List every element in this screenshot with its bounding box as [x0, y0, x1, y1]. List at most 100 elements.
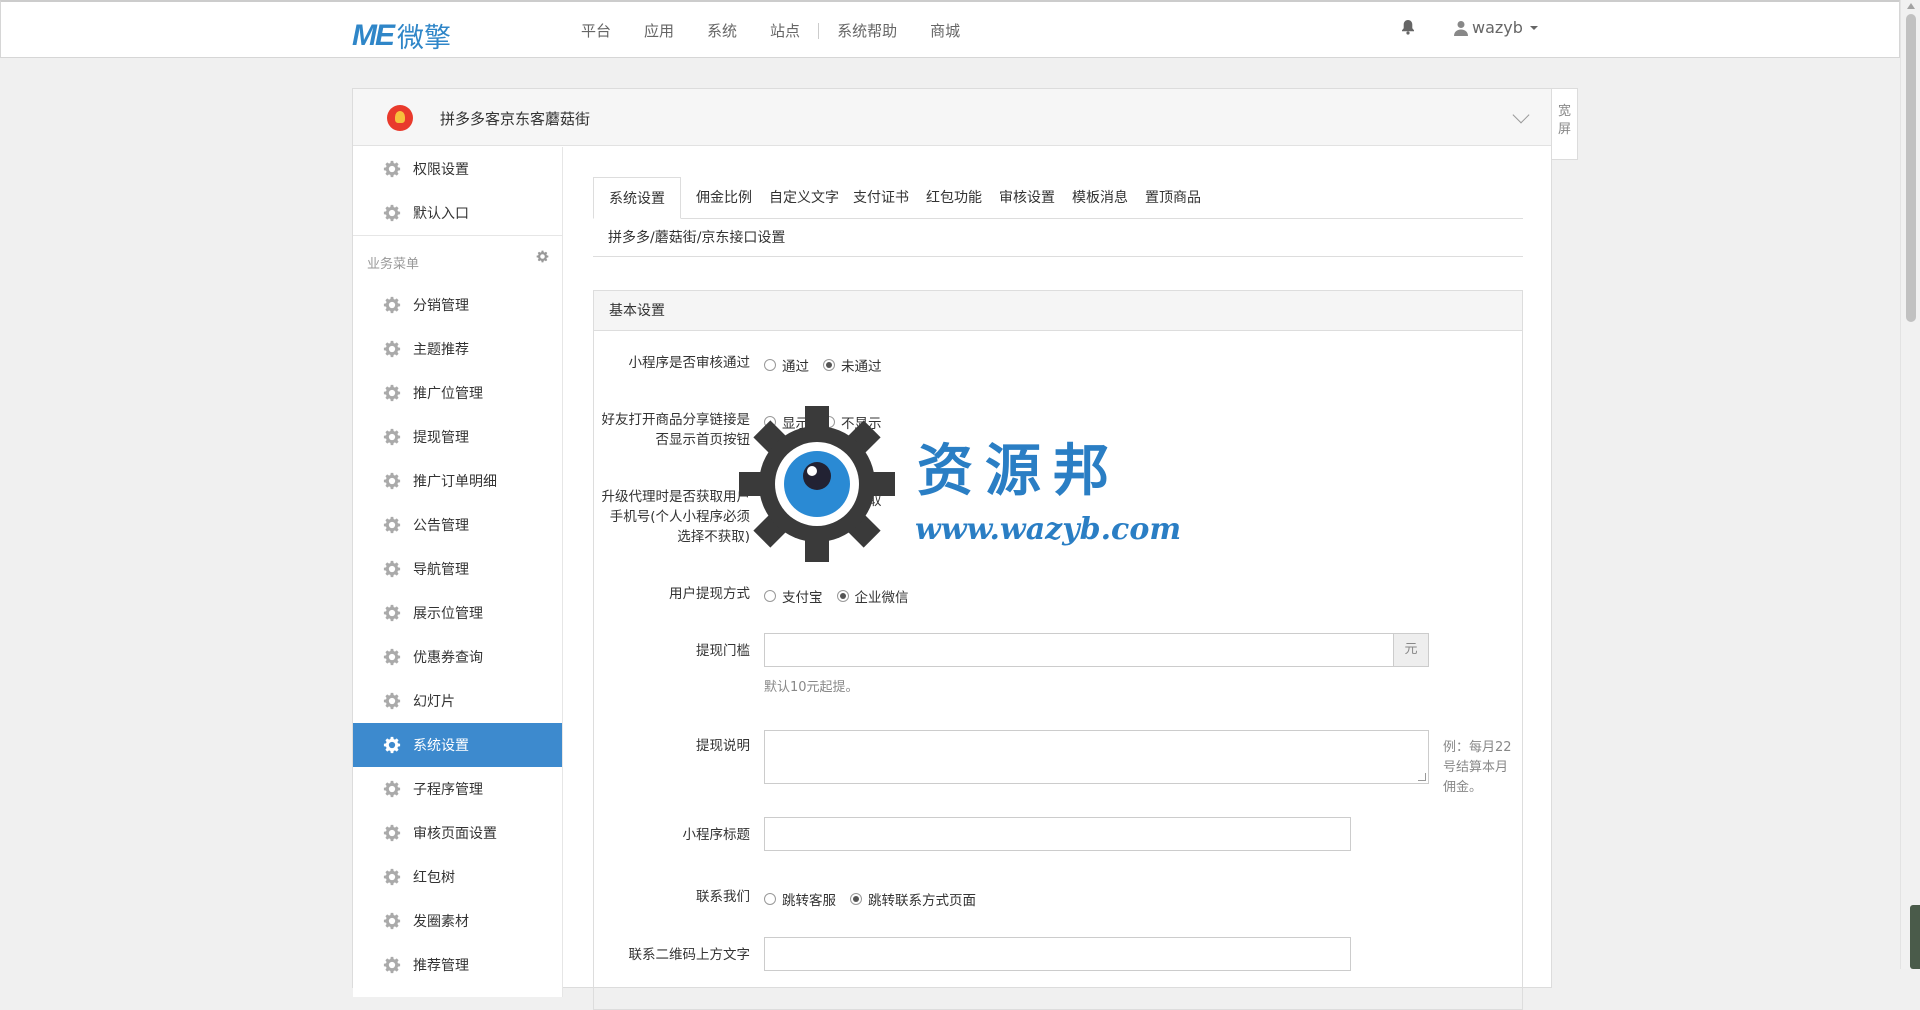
username: wazyb	[1472, 18, 1523, 37]
sidebar-item-permissions[interactable]: 权限设置	[353, 147, 562, 191]
audit-radio-group: 通过 未通过	[764, 355, 896, 375]
sidebar-item[interactable]: 推广位管理	[353, 371, 562, 415]
app-name: 拼多多客京东客蘑菇街	[440, 110, 591, 128]
tabs-row-1: 系统设置 佣金比例 自定义文字 支付证书 红包功能 审核设置 模板消息 置顶商品	[593, 177, 1523, 219]
gear-icon	[383, 912, 401, 930]
gear-icon	[383, 384, 401, 402]
gear-icon	[383, 160, 401, 178]
radio-label: 通过	[782, 359, 809, 375]
sidebar-item[interactable]: 优惠券查询	[353, 635, 562, 679]
gear-icon	[383, 956, 401, 974]
logo[interactable]: ME 微擎	[352, 16, 451, 55]
scrollbar-thumb[interactable]	[1906, 14, 1916, 322]
mp-title-input[interactable]	[764, 817, 1351, 851]
resize-handle[interactable]	[1418, 773, 1426, 781]
mp-title-label: 小程序标题	[682, 827, 751, 843]
page-scrollbar[interactable]	[1900, 0, 1920, 969]
sidebar: 权限设置 默认入口 业务菜单 分销管理 主题推荐 推广位管理 提现管理 推广订单明细 公告…	[353, 147, 563, 997]
nav-system[interactable]: 系统	[707, 20, 737, 41]
tab-system-settings[interactable]: 系统设置	[593, 177, 681, 219]
bell-icon[interactable]	[1401, 19, 1415, 39]
collapse-chevron-icon[interactable]	[1512, 106, 1530, 124]
app-header: 拼多多客京东客蘑菇街	[353, 89, 1551, 146]
gear-icon	[383, 780, 401, 798]
watermark-url: www.wazyb.com	[915, 512, 1182, 547]
sidebar-item[interactable]: 红包树	[353, 855, 562, 899]
gear-icon	[383, 648, 401, 666]
sidebar-item[interactable]: 推广订单明细	[353, 459, 562, 503]
qr-text-input[interactable]	[764, 937, 1351, 971]
radio-label: 跳转客服	[782, 893, 836, 909]
withdraw-threshold-help: 默认10元起提。	[764, 680, 859, 695]
sidebar-item[interactable]: 审核页面设置	[353, 811, 562, 855]
sidebar-item[interactable]: 展示位管理	[353, 591, 562, 635]
sidebar-item[interactable]: 子程序管理	[353, 767, 562, 811]
wide-label-line: 宽	[1557, 104, 1571, 119]
sidebar-item[interactable]: 幻灯片	[353, 679, 562, 723]
label-line: 否显示首页按钮	[655, 432, 751, 448]
sidebar-item-label: 权限设置	[413, 162, 469, 178]
wide-screen-toggle[interactable]: 宽 屏	[1552, 88, 1578, 160]
gear-icon	[383, 736, 401, 754]
radio-label: 支付宝	[782, 590, 823, 606]
sidebar-item[interactable]: 推荐管理	[353, 943, 562, 987]
sidebar-item[interactable]: 系统设置	[353, 723, 562, 767]
settings-tabs: 系统设置 佣金比例 自定义文字 支付证书 红包功能 审核设置 模板消息 置顶商品…	[593, 177, 1523, 257]
gear-icon[interactable]	[536, 250, 549, 263]
radio-label: 企业微信	[854, 590, 909, 606]
gear-icon	[383, 428, 401, 446]
tab-api-settings[interactable]: 拼多多/蘑菇街/京东接口设置	[593, 217, 800, 259]
gear-icon	[383, 868, 401, 886]
app-icon	[387, 105, 413, 131]
sidebar-item[interactable]: 提现管理	[353, 415, 562, 459]
basic-settings-box: 基本设置 小程序是否审核通过 通过 未通过 好友打开商品分享链接是 否显示首页按钮…	[593, 290, 1523, 1010]
withdraw-radio-alipay[interactable]	[764, 590, 776, 602]
gear-icon	[383, 296, 401, 314]
withdraw-threshold-input[interactable]	[764, 633, 1394, 667]
withdraw-desc-textarea[interactable]	[764, 730, 1429, 784]
withdraw-method-label: 用户提现方式	[669, 586, 750, 602]
scroll-up-arrow-icon[interactable]	[1907, 3, 1915, 9]
sidebar-item-label: 推荐管理	[413, 958, 469, 974]
wide-label-line: 屏	[1557, 122, 1571, 137]
withdraw-radio-wechat[interactable]	[836, 590, 849, 602]
logo-mark: ME	[352, 18, 395, 52]
sidebar-item-label: 审核页面设置	[413, 826, 497, 842]
sidebar-item-default-entry[interactable]: 默认入口	[353, 191, 562, 235]
tab-pinned-products[interactable]: 置顶商品	[1130, 177, 1216, 219]
gear-icon	[383, 824, 401, 842]
watermark-gear-logo	[739, 406, 895, 562]
audit-radio-pass[interactable]	[764, 359, 776, 371]
withdraw-desc-label: 提现说明	[696, 738, 750, 754]
sidebar-item-label: 默认入口	[413, 206, 469, 222]
sidebar-item[interactable]: 主题推荐	[353, 327, 562, 371]
top-navbar: ME 微擎 平台 应用 系统 站点 系统帮助 商城 wazyb	[0, 0, 1900, 58]
sidebar-item[interactable]: 分销管理	[353, 283, 562, 327]
sidebar-item-label: 展示位管理	[413, 606, 483, 622]
user-menu[interactable]: wazyb	[1454, 18, 1538, 37]
nav-apps[interactable]: 应用	[644, 20, 674, 41]
sidebar-item-label: 公告管理	[413, 518, 469, 534]
floating-widget[interactable]	[1910, 905, 1920, 969]
sidebar-item[interactable]: 导航管理	[353, 547, 562, 591]
nav-help[interactable]: 系统帮助	[837, 20, 897, 41]
nav-site[interactable]: 站点	[770, 20, 800, 41]
contact-radio-service[interactable]	[764, 893, 776, 905]
chevron-down-icon	[1529, 25, 1538, 30]
gear-icon	[383, 692, 401, 710]
sidebar-item[interactable]: 公告管理	[353, 503, 562, 547]
gear-icon	[383, 340, 401, 358]
sidebar-item[interactable]: 发圈素材	[353, 899, 562, 943]
sidebar-item-label: 提现管理	[413, 430, 469, 446]
nav-platform[interactable]: 平台	[581, 20, 611, 41]
nav-divider	[818, 22, 820, 39]
contact-label: 联系我们	[696, 889, 750, 905]
sidebar-item-label: 分销管理	[413, 298, 469, 314]
audit-label: 小程序是否审核通过	[628, 355, 751, 371]
sidebar-item-label: 导航管理	[413, 562, 469, 578]
nav-store[interactable]: 商城	[930, 20, 960, 41]
withdraw-desc-hint: 例：每月22 号结算本月 佣金。	[1443, 738, 1519, 798]
audit-radio-fail[interactable]	[823, 359, 835, 371]
contact-radio-page[interactable]	[850, 893, 862, 905]
label-line: 手机号(个人小程序必须	[609, 509, 750, 525]
